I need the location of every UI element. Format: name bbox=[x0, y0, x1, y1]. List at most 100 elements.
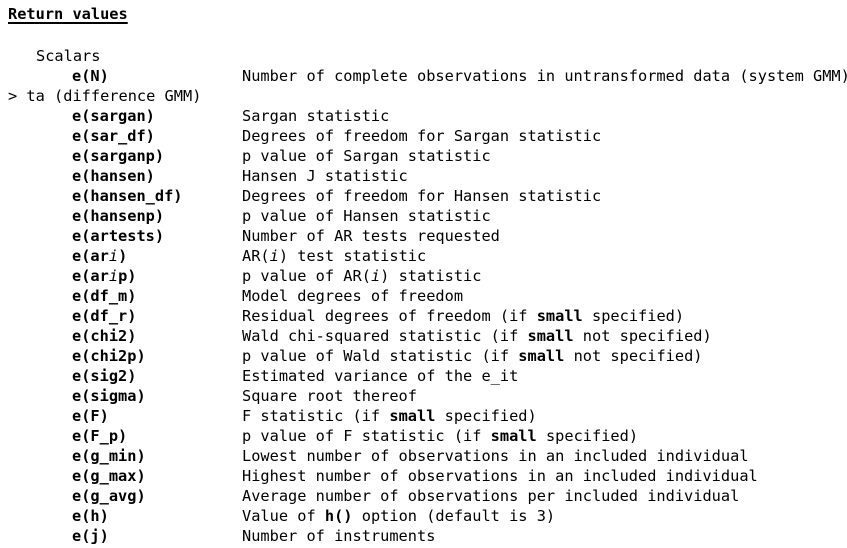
return-value-name[interactable]: e(sig2) bbox=[72, 366, 136, 386]
return-value-name[interactable]: e(F) bbox=[72, 406, 109, 426]
return-value-row: e(N) Number of complete observations in u… bbox=[0, 66, 847, 86]
return-value-name[interactable]: e(h) bbox=[72, 506, 109, 526]
return-value-description: Wald chi-squared statistic (if small not… bbox=[242, 326, 712, 346]
text-run: i bbox=[370, 267, 381, 285]
text-run: small bbox=[536, 307, 583, 325]
text-run: specified) bbox=[435, 407, 537, 425]
return-value-description: Square root thereof bbox=[242, 386, 417, 406]
text-run: e(hansenp) bbox=[72, 207, 165, 225]
text-run: e(sargan) bbox=[72, 107, 155, 125]
return-value-row: e(chi2p) p value of Wald statistic (if sm… bbox=[0, 346, 847, 366]
return-value-row: e(arip) p value of AR(i) statistic bbox=[0, 266, 847, 286]
text-run: F statistic (if bbox=[242, 407, 390, 425]
text-run: e(h) bbox=[72, 507, 109, 525]
return-value-description: Number of instruments bbox=[242, 526, 435, 546]
return-value-description: Highest number of observations in an inc… bbox=[242, 466, 758, 486]
text-run: Wald chi-squared statistic (if bbox=[242, 327, 528, 345]
return-value-description: AR(i) test statistic bbox=[242, 246, 426, 266]
return-value-name[interactable]: e(sar_df) bbox=[72, 126, 155, 146]
text-run: e(sig2) bbox=[72, 367, 137, 385]
text-run: p value of Sargan statistic bbox=[242, 147, 491, 165]
text-run: e(hansen_df) bbox=[72, 187, 183, 205]
text-run: Degrees of freedom for Sargan statistic bbox=[242, 127, 602, 145]
text-run: Number of instruments bbox=[242, 527, 436, 545]
return-value-name[interactable]: e(df_m) bbox=[72, 286, 136, 306]
return-value-name[interactable]: e(j) bbox=[72, 526, 109, 546]
return-value-row: e(hansen_df) Degrees of freedom for Hanse… bbox=[0, 186, 847, 206]
text-run: Number of complete observations in untra… bbox=[242, 67, 847, 85]
text-run: e(sigma) bbox=[72, 387, 146, 405]
return-value-description: Number of complete observations in untra… bbox=[242, 66, 847, 86]
text-run: i bbox=[269, 247, 279, 265]
text-run: e(j) bbox=[72, 527, 109, 545]
return-value-row: e(g_avg) Average number of observations p… bbox=[0, 486, 847, 506]
return-value-row: e(df_m) Model degrees of freedom bbox=[0, 286, 847, 306]
return-value-name[interactable]: e(chi2p) bbox=[72, 346, 146, 366]
return-value-description: Model degrees of freedom bbox=[242, 286, 463, 306]
text-run: Hansen J statistic bbox=[242, 167, 408, 185]
text-run: not specified) bbox=[573, 327, 712, 345]
text-run: Estimated variance of the e_it bbox=[242, 367, 519, 385]
return-value-row: e(chi2) Wald chi-squared statistic (if sm… bbox=[0, 326, 847, 346]
return-value-description: p value of Wald statistic (if small not … bbox=[242, 346, 703, 366]
text-run: Square root thereof bbox=[242, 387, 417, 405]
text-run: i bbox=[108, 247, 119, 265]
text-run: p) bbox=[118, 267, 137, 285]
text-run: Degrees of freedom for Hansen statistic bbox=[242, 187, 602, 205]
text-run: Highest number of observations in an inc… bbox=[242, 467, 758, 485]
return-value-name[interactable]: e(hansen) bbox=[72, 166, 155, 186]
text-run: e(g_min) bbox=[72, 447, 146, 465]
return-value-name[interactable]: e(artests) bbox=[72, 226, 164, 246]
text-run: e(artests) bbox=[72, 227, 165, 245]
text-run: specified) bbox=[536, 427, 639, 445]
return-value-row: e(sig2) Estimated variance of the e_it bbox=[0, 366, 847, 386]
return-value-name[interactable]: e(F_p) bbox=[72, 426, 127, 446]
text-run: not specified) bbox=[564, 347, 703, 365]
text-run: e(df_r) bbox=[72, 307, 137, 325]
return-value-name[interactable]: e(hansenp) bbox=[72, 206, 164, 226]
return-value-row: e(ari) AR(i) test statistic bbox=[0, 246, 847, 266]
text-run: Residual degrees of freedom (if bbox=[242, 307, 537, 325]
text-run: Lowest number of observations in an incl… bbox=[242, 447, 749, 465]
text-run: small bbox=[389, 407, 436, 425]
return-value-name[interactable]: e(hansen_df) bbox=[72, 186, 183, 206]
return-values-page: Return values Scalars > ta (difference G… bbox=[0, 0, 847, 548]
text-run: e(F_p) bbox=[72, 427, 128, 445]
return-value-name[interactable]: e(sarganp) bbox=[72, 146, 164, 166]
return-value-description: Degrees of freedom for Sargan statistic bbox=[242, 126, 601, 146]
return-value-row: e(sar_df) Degrees of freedom for Sargan s… bbox=[0, 126, 847, 146]
return-value-name[interactable]: e(sigma) bbox=[72, 386, 146, 406]
return-value-description: p value of Sargan statistic bbox=[242, 146, 491, 166]
return-value-name[interactable]: e(arip) bbox=[72, 266, 136, 286]
return-value-name[interactable]: e(g_avg) bbox=[72, 486, 146, 506]
return-value-name[interactable]: e(chi2) bbox=[72, 326, 136, 346]
return-value-name[interactable]: e(ari) bbox=[72, 246, 127, 266]
text-run: e(g_max) bbox=[72, 467, 146, 485]
return-value-row: e(hansen) Hansen J statistic bbox=[0, 166, 847, 186]
return-value-name[interactable]: e(g_max) bbox=[72, 466, 146, 486]
return-value-name[interactable]: e(df_r) bbox=[72, 306, 136, 326]
text-run: Number of AR tests requested bbox=[242, 227, 500, 245]
text-run: option (default is 3) bbox=[352, 507, 556, 525]
return-value-description: Residual degrees of freedom (if small sp… bbox=[242, 306, 684, 326]
text-run: Sargan statistic bbox=[242, 107, 390, 125]
return-value-description: Estimated variance of the e_it bbox=[242, 366, 518, 386]
return-value-row: e(h) Value of h() option (default is 3) bbox=[0, 506, 847, 526]
return-value-name[interactable]: e(sargan) bbox=[72, 106, 155, 126]
text-run: e(g_avg) bbox=[72, 487, 146, 505]
return-value-name[interactable]: e(g_min) bbox=[72, 446, 146, 466]
return-value-description: Sargan statistic bbox=[242, 106, 389, 126]
text-run: i bbox=[108, 267, 119, 285]
group-heading-scalars: Scalars bbox=[36, 47, 101, 65]
text-run: e(df_m) bbox=[72, 287, 137, 305]
text-run: e(N) bbox=[72, 67, 109, 85]
return-value-description: Lowest number of observations in an incl… bbox=[242, 446, 749, 466]
text-run: ) test statistic bbox=[278, 247, 427, 265]
return-value-row: e(sigma) Square root thereof bbox=[0, 386, 847, 406]
return-value-name[interactable]: e(N) bbox=[72, 66, 109, 86]
return-value-row: e(F) F statistic (if small specified) bbox=[0, 406, 847, 426]
return-value-row: e(df_r) Residual degrees of freedom (if s… bbox=[0, 306, 847, 326]
text-run: ) statistic bbox=[380, 267, 482, 285]
return-value-description: Value of h() option (default is 3) bbox=[242, 506, 555, 526]
text-run: p value of F statistic (if bbox=[242, 427, 491, 445]
